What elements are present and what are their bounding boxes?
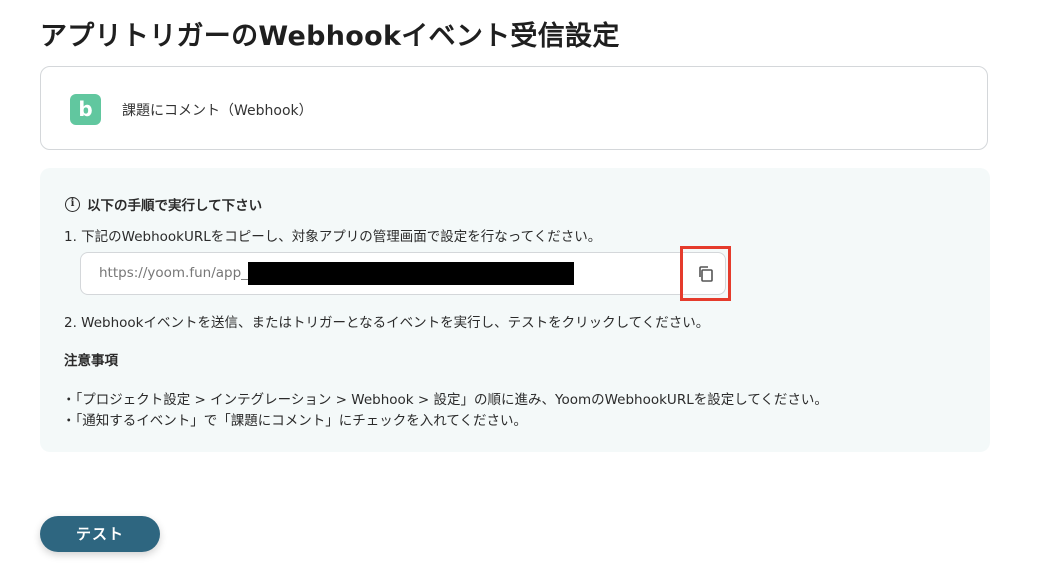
copy-icon — [699, 266, 713, 282]
trigger-name: 課題にコメント（Webhook） — [122, 103, 313, 119]
note-item: ・「通知するイベント」で「課題にコメント」にチェックを入れてください。 — [62, 413, 527, 429]
step-1-text: 1. 下記のWebhookURLをコピーし、対象アプリの管理画面で設定を行なって… — [64, 229, 602, 245]
trigger-app-card: b 課題にコメント（Webhook） — [40, 66, 988, 150]
notes-title: 注意事項 — [64, 353, 118, 369]
info-icon: i — [65, 196, 80, 212]
test-button[interactable]: テスト — [40, 516, 160, 552]
step-2-text: 2. Webhookイベントを送信、またはトリガーとなるイベントを実行し、テスト… — [64, 315, 710, 331]
page-title: アプリトリガーのWebhookイベント受信設定 — [40, 21, 620, 52]
instructions-panel: i 以下の手順で実行して下さい 1. 下記のWebhookURLをコピーし、対象… — [40, 168, 990, 452]
webhook-url-text: https://yoom.fun/app_t — [99, 265, 254, 281]
webhook-settings-page: アプリトリガーのWebhookイベント受信設定 b 課題にコメント（Webhoo… — [0, 0, 1046, 584]
webhook-url-field[interactable]: https://yoom.fun/app_t — [80, 252, 726, 295]
redacted-url-part — [248, 262, 574, 285]
copy-url-button[interactable] — [680, 246, 731, 301]
note-item: ・「プロジェクト設定 > インテグレーション > Webhook > 設定」の順… — [62, 392, 828, 408]
instructions-heading-text: 以下の手順で実行して下さい — [87, 198, 263, 214]
instructions-heading: i 以下の手順で実行して下さい — [65, 194, 262, 214]
app-logo-icon: b — [70, 94, 101, 125]
